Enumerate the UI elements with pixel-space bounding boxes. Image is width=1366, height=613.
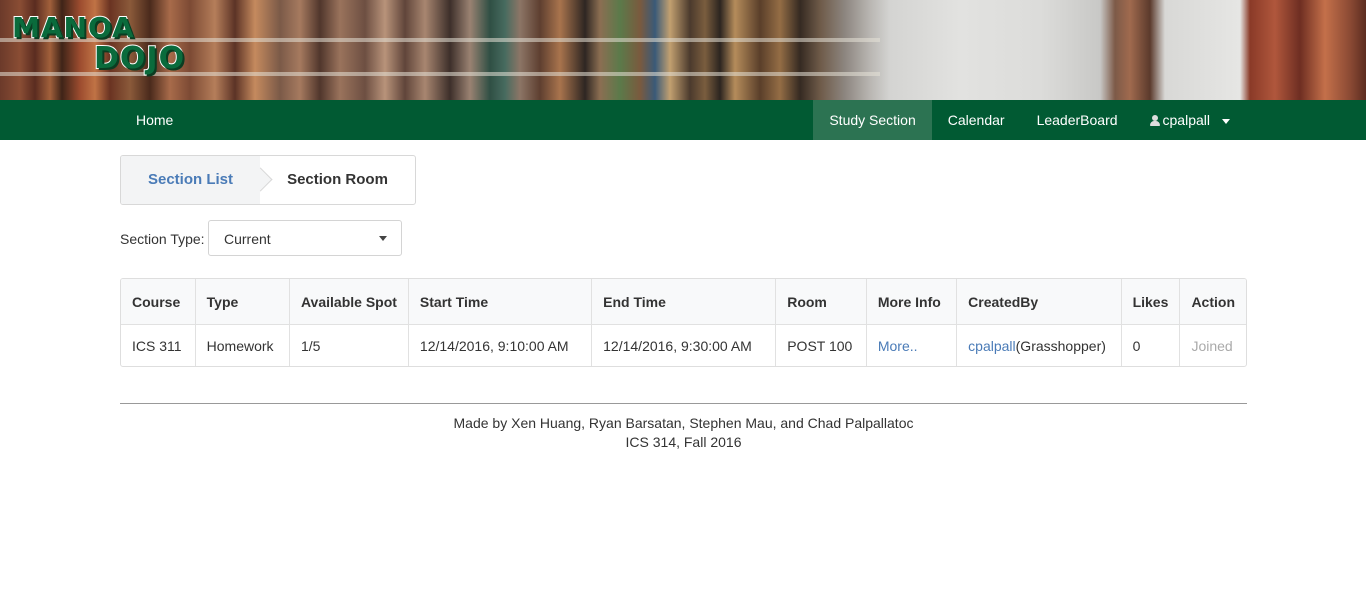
chevron-down-icon [1222,118,1230,124]
logo-text-line1: Manoa [11,11,135,44]
col-created-by: CreatedBy [956,279,1122,325]
nav-right-menu: Study Section Calendar LeaderBoard cpalp… [813,100,1246,140]
col-room: Room [775,279,867,325]
col-type: Type [195,279,290,325]
joined-button[interactable]: Joined [1180,325,1246,367]
col-more-info: More Info [866,279,958,325]
site-logo[interactable]: Manoa Dojo [11,11,186,76]
footer: Made by Xen Huang, Ryan Barsatan, Stephe… [120,414,1247,452]
cell-created-by: cpalpall(Grasshopper) [956,324,1122,366]
section-steps: Section List Section Room [120,155,416,205]
user-name: cpalpall [1162,112,1210,128]
cell-more-info: More.. [866,324,958,366]
cell-type: Homework [195,324,290,366]
section-type-select[interactable]: Current [208,220,402,256]
col-end-time: End Time [591,279,777,325]
nav-home-link[interactable]: Home [120,100,189,140]
step-section-room[interactable]: Section Room [260,156,415,204]
col-start-time: Start Time [408,279,593,325]
cell-likes: 0 [1121,324,1181,366]
sections-table: Course Type Available Spot Start Time En… [120,278,1247,367]
nav-leaderboard-link[interactable]: LeaderBoard [1021,100,1134,140]
col-likes: Likes [1121,279,1181,325]
cell-end-time: 12/14/2016, 9:30:00 AM [591,324,777,366]
cell-room: POST 100 [775,324,867,366]
navbar: Home Study Section Calendar LeaderBoard … [0,100,1366,140]
header-banner: Manoa Dojo [0,0,1366,100]
user-menu-dropdown[interactable]: cpalpall [1134,100,1246,140]
table-row: ICS 311 Homework 1/5 12/14/2016, 9:10:00… [121,324,1246,367]
section-type-label: Section Type: [120,231,205,247]
footer-course: ICS 314, Fall 2016 [625,434,742,450]
section-type-value: Current [224,231,271,247]
col-action: Action [1179,279,1246,325]
creator-link[interactable]: cpalpall [968,338,1015,354]
col-course: Course [121,279,196,325]
step-section-list[interactable]: Section List [121,156,260,204]
user-icon [1149,115,1160,126]
chevron-down-icon [379,236,387,241]
logo-text-line2: Dojo [93,41,186,76]
footer-credits: Made by Xen Huang, Ryan Barsatan, Stephe… [453,415,914,431]
cell-course: ICS 311 [121,324,196,366]
footer-divider [120,403,1247,404]
more-info-link[interactable]: More.. [878,338,918,354]
nav-calendar-link[interactable]: Calendar [932,100,1021,140]
table-header-row: Course Type Available Spot Start Time En… [121,279,1246,325]
creator-rank: (Grasshopper) [1015,337,1106,354]
cell-start-time: 12/14/2016, 9:10:00 AM [408,324,593,366]
col-available-spot: Available Spot [289,279,409,325]
cell-available-spot: 1/5 [289,324,409,366]
nav-study-section-link[interactable]: Study Section [813,100,932,140]
